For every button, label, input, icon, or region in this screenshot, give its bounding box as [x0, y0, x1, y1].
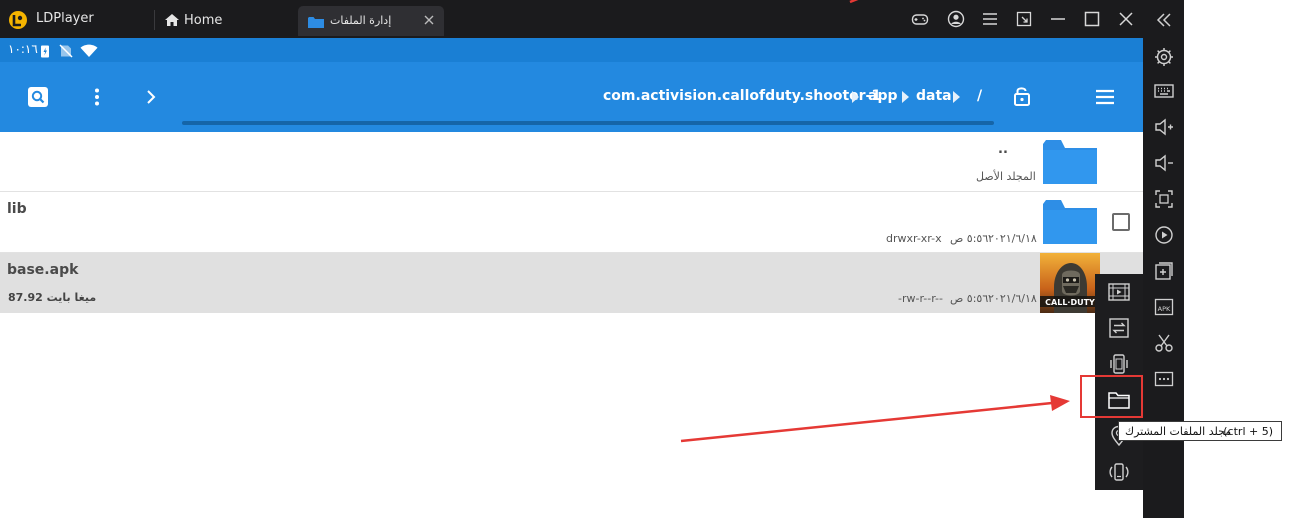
list-item-base-apk[interactable]: base.apk 87.92 ميغا بايت -rw-r--r-- ٥:٥٦…: [0, 253, 1143, 313]
minimize-icon[interactable]: [1049, 10, 1067, 28]
breadcrumb-segment[interactable]: app: [868, 88, 898, 104]
ldplayer-logo-icon: [8, 10, 28, 30]
video-icon[interactable]: [1107, 280, 1131, 304]
folder-icon: [1043, 140, 1097, 184]
account-icon[interactable]: [947, 10, 965, 28]
wifi-icon: [80, 43, 98, 57]
thumbnail-caption: CALL·DUTY: [1045, 298, 1095, 307]
breadcrumb-segment[interactable]: data: [916, 88, 952, 104]
screen-fit-icon[interactable]: [1153, 188, 1175, 210]
status-time: ١٠:١٦: [8, 42, 38, 56]
shared-folder-highlight: [1080, 375, 1143, 418]
path-scroll-indicator: [182, 121, 994, 125]
app-name: LDPlayer: [36, 11, 94, 26]
home-icon: [164, 12, 180, 28]
home-tab[interactable]: Home: [158, 6, 288, 34]
list-item-parent-folder[interactable]: .. المجلد الأصل: [0, 132, 1143, 192]
file-time: ٥:٥٦ ص: [950, 292, 989, 305]
volume-up-icon[interactable]: [1153, 116, 1175, 138]
close-tab-icon[interactable]: [422, 12, 436, 26]
file-name: base.apk: [7, 262, 79, 278]
file-name: lib: [7, 201, 27, 217]
parent-folder-label: المجلد الأصل: [976, 170, 1036, 183]
overflow-menu-icon[interactable]: [86, 86, 108, 108]
file-time: ٥:٥٦ ص: [950, 232, 989, 245]
file-manager-tab[interactable]: إدارة الملفات: [298, 6, 444, 36]
unlock-icon[interactable]: [1011, 85, 1033, 107]
scissors-icon[interactable]: [1153, 332, 1175, 354]
titlebar-divider: [154, 10, 155, 30]
breadcrumb-segment[interactable]: com.activision.callofduty.shooter-1: [603, 88, 881, 104]
breadcrumb-arrow-icon: [852, 91, 859, 103]
file-name: ..: [998, 142, 1008, 157]
record-icon[interactable]: [1153, 224, 1175, 246]
keyboard-icon[interactable]: [1153, 80, 1175, 102]
apk-icon[interactable]: APK: [1153, 296, 1175, 318]
close-icon[interactable]: [1117, 10, 1135, 28]
minimize-to-corner-icon[interactable]: [1015, 10, 1033, 28]
add-window-icon[interactable]: [1153, 260, 1175, 282]
file-size: 87.92 ميغا بايت: [8, 291, 97, 304]
file-permissions: drwxr-xr-x: [886, 232, 942, 245]
file-permissions: -rw-r--r--: [898, 292, 943, 305]
tooltip-shortcut: (ctrl + 5): [1223, 425, 1273, 438]
file-manager-app-bar: com.activision.callofduty.shooter-1 app …: [0, 62, 1143, 132]
shake-icon[interactable]: [1107, 352, 1131, 376]
menu-icon[interactable]: [981, 10, 999, 28]
breadcrumb-segment[interactable]: /: [977, 88, 982, 104]
more-icon[interactable]: [1153, 368, 1175, 390]
file-manager-tab-label: إدارة الملفات: [330, 14, 392, 27]
emulator-titlebar: LDPlayer Home إدارة الملفات: [0, 0, 1143, 38]
android-status-bar: ١٠:١٦: [0, 38, 1143, 62]
volume-down-icon[interactable]: [1153, 152, 1175, 174]
collapse-icon[interactable]: [1153, 9, 1175, 31]
breadcrumb-arrow-icon: [902, 91, 909, 103]
maximize-icon[interactable]: [1083, 10, 1101, 28]
folder-icon: [308, 14, 324, 28]
battery-charging-icon: [38, 43, 52, 58]
svg-text:APK: APK: [1158, 305, 1171, 313]
settings-icon[interactable]: [1153, 46, 1175, 68]
search-icon[interactable]: [27, 86, 49, 108]
folder-icon: [1043, 200, 1097, 244]
no-sim-icon: [59, 43, 73, 58]
tooltip-label: مجلد الملفات المشترك: [1125, 425, 1232, 438]
breadcrumb-arrow-icon: [953, 91, 960, 103]
file-date: ٢٠٢١/٦/١٨: [988, 292, 1037, 305]
hamburger-menu-icon[interactable]: [1094, 86, 1116, 108]
select-checkbox[interactable]: [1112, 213, 1130, 231]
list-item-lib[interactable]: lib drwxr-xr-x ٥:٥٦ ص ٢٠٢١/٦/١٨: [0, 192, 1143, 253]
shared-folder-tooltip: مجلد الملفات المشترك (ctrl + 5): [1118, 421, 1282, 441]
home-tab-label: Home: [184, 13, 223, 28]
gamepad-icon[interactable]: [911, 10, 929, 28]
sync-icon[interactable]: [1107, 316, 1131, 340]
file-date: ٢٠٢١/٦/١٨: [988, 232, 1037, 245]
rotate-icon[interactable]: [1107, 460, 1131, 484]
chevron-right-icon[interactable]: [140, 86, 162, 108]
emulator-window: LDPlayer Home إدارة الملفات APK ١٠:١٦ co…: [0, 0, 1289, 518]
app-thumbnail: CALL·DUTY: [1040, 253, 1100, 313]
